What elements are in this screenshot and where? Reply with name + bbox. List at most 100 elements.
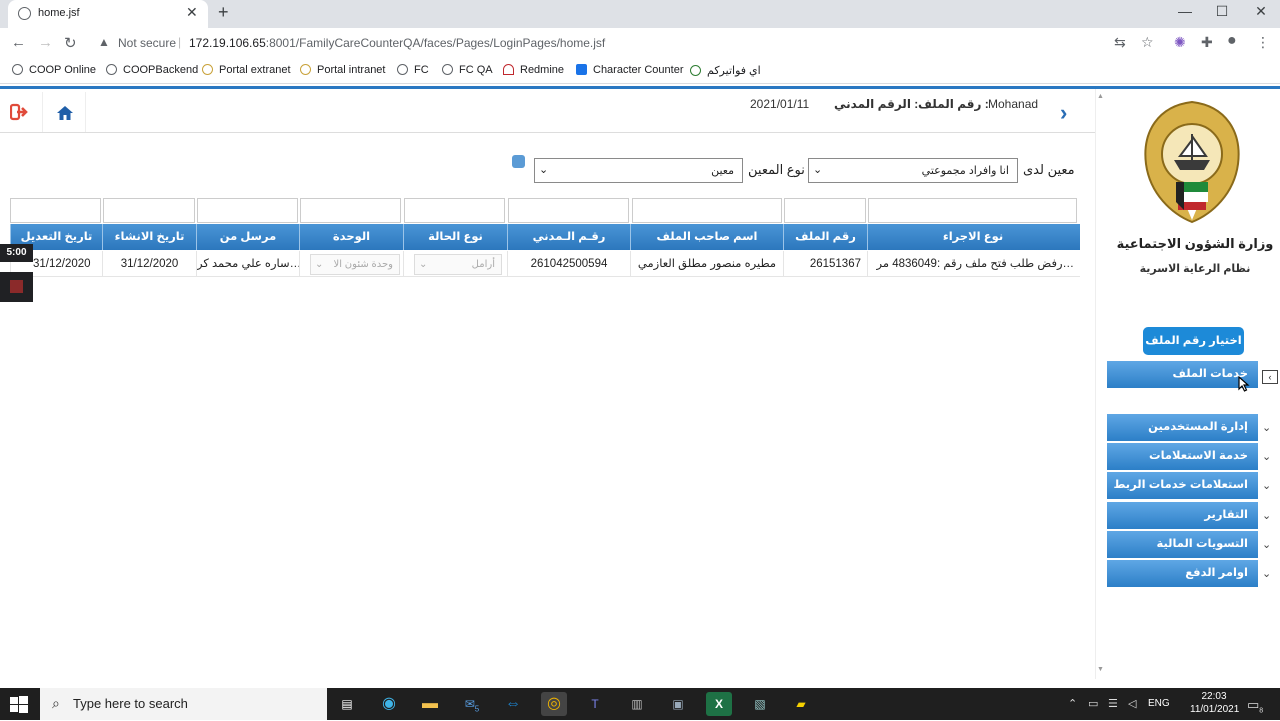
col-header-created[interactable]: تاريخ الانشاء [102,224,196,250]
windows-start-icon[interactable] [8,694,30,719]
col-header-owner[interactable]: اسم صاحب الملف [630,224,783,250]
col-header-unit[interactable]: الوحدة [299,224,403,250]
chevron-down-icon[interactable]: ⌄ [1262,509,1271,522]
remote-desktop-icon[interactable]: ▣ [665,692,691,716]
window-close-icon[interactable]: ✕ [1246,3,1276,20]
show-hidden-icons[interactable]: ⌃ [1068,697,1077,710]
col-header-sent-from[interactable]: مرسل من [196,224,299,250]
logout-icon[interactable] [9,103,30,121]
recorder-timer: 5:00 [0,244,33,262]
maximize-icon[interactable]: ☐ [1207,3,1237,20]
input-language[interactable]: ENG [1148,698,1170,709]
chevron-down-icon[interactable]: ⌄ [1262,479,1271,492]
recorder-stop-button[interactable] [0,272,33,302]
col-header-file-no[interactable]: رقم الملف [783,224,867,250]
notifications-icon[interactable]: ▭8 [1247,697,1263,715]
next-arrow-icon[interactable]: › [1060,100,1067,126]
network-icon[interactable]: ☰ [1108,697,1118,710]
menu-financial-settlements[interactable]: التسويات المالية [1107,531,1258,558]
menu-inquiry-service[interactable]: خدمة الاستعلامات [1107,443,1258,470]
page-header [0,89,1095,133]
sticky-notes-icon[interactable]: ▰ [788,692,814,716]
excel-icon[interactable]: X [706,692,732,716]
extension-gear-icon[interactable]: ✺ [1174,34,1186,51]
col-header-case-type[interactable]: نوع الحالة [403,224,507,250]
extensions-icon[interactable]: ✚ [1201,34,1213,51]
bookmark-coop-online[interactable]: COOP Online [12,64,96,76]
col-header-action[interactable]: نوع الاجراء [867,224,1078,250]
col-header-civil-id[interactable]: رقـم الـمدني [507,224,630,250]
case-type-select[interactable]: ⌄ أرامل [414,254,502,275]
bookmark-portal-extranet[interactable]: Portal extranet [202,64,291,76]
mail-icon[interactable]: ✉5 [459,692,485,716]
filter-input-sent-from[interactable] [197,198,298,223]
database-icon[interactable]: ▥ [624,692,650,716]
chevron-down-icon[interactable]: ⌄ [1262,567,1271,580]
filter-input-file-no[interactable] [784,198,866,223]
bookmark-my-invoices[interactable]: اي فواتيركم [690,64,761,77]
filter-input-civil-id[interactable] [508,198,629,223]
star-icon[interactable]: ☆ [1141,34,1154,51]
vertical-scrollbar[interactable]: ▲ ▼ [1095,89,1105,679]
filter-input-case-type[interactable] [404,198,505,223]
collapse-sidebar-icon[interactable]: ‹ [1262,370,1278,384]
chevron-down-icon[interactable]: ⌄ [1262,450,1271,463]
minimize-icon[interactable]: — [1170,3,1200,19]
file-explorer-icon[interactable]: ▬ [417,692,443,716]
filter-input-unit[interactable] [300,198,401,223]
globe-icon [397,64,408,75]
reload-icon[interactable]: ↻ [64,34,77,52]
url-path: :8001/FamilyCareCounterQA/faces/Pages/Lo… [265,36,606,50]
choose-file-button[interactable]: اختيار رقم الملف [1143,327,1244,355]
chrome-icon[interactable]: ◎ [541,692,567,716]
menu-icon[interactable]: ⋮ [1256,34,1270,51]
bookmark-fc-qa[interactable]: FC QA [442,64,493,76]
translate-icon[interactable]: ⇆ [1114,34,1126,51]
address-bar[interactable]: ▲ Not secure | 172.19.106.65:8001/Family… [90,32,1100,54]
bookmark-redmine[interactable]: Redmine [503,64,564,76]
edge-icon[interactable]: ◉ [376,692,402,716]
bookmark-fc[interactable]: FC [397,64,429,76]
bookmark-coopbackend[interactable]: COOPBackend [106,64,198,76]
volume-icon[interactable]: ◁ [1128,697,1136,710]
back-icon[interactable]: ← [11,34,26,51]
not-secure-label: Not secure [118,36,177,50]
forward-icon[interactable]: → [38,34,53,51]
close-tab-icon[interactable]: ✕ [186,4,198,21]
support-at-select[interactable]: ⌄ انا وافراد مجموعتي [808,158,1018,183]
chevron-down-icon[interactable]: ⌄ [1262,421,1271,434]
menu-user-management[interactable]: إدارة المستخدمين [1107,414,1258,441]
search-placeholder: Type here to search [73,696,188,711]
scroll-up-icon[interactable]: ▲ [1097,93,1104,100]
unit-value: وحدة شئون الا [333,259,393,270]
battery-icon[interactable]: ▭ [1088,697,1098,710]
task-view-icon[interactable]: ▤ [334,692,360,716]
teamviewer-icon[interactable]: ⇔ [500,692,526,716]
menu-link-services-inquiries[interactable]: استعلامات خدمات الربط [1107,472,1258,499]
filter-input-action[interactable] [868,198,1077,223]
filter-input-owner[interactable] [632,198,782,223]
home-button[interactable] [42,92,86,132]
teams-icon[interactable]: T [582,692,608,716]
taskbar-search[interactable]: ⌕ Type here to search [40,688,327,720]
chevron-down-icon[interactable]: ⌄ [1262,538,1271,551]
filter-input-created[interactable] [103,198,195,223]
cell-file-no: 26151367 [783,251,867,277]
browser-tab[interactable]: home.jsf ✕ [8,0,208,28]
bookmark-portal-intranet[interactable]: Portal intranet [300,64,385,76]
search-icon: ⌕ [52,695,60,711]
system-clock[interactable]: 22:03 11/01/2021 [1190,690,1239,716]
new-tab-button[interactable]: + [218,2,229,23]
menu-file-services[interactable]: خدمات الملف [1107,361,1258,388]
filter-input-modified[interactable] [10,198,101,223]
support-type-select[interactable]: ⌄ معين [534,158,743,183]
scroll-down-icon[interactable]: ▼ [1097,666,1104,673]
notepad-icon[interactable]: ▧ [747,692,773,716]
bookmark-label: اي فواتيركم [707,65,761,77]
menu-payment-orders[interactable]: اوامر الدفع [1107,560,1258,587]
bookmark-character-counter[interactable]: Character Counter [576,64,684,76]
menu-reports[interactable]: التقارير [1107,502,1258,529]
unit-select[interactable]: ⌄ وحدة شئون الا [310,254,400,275]
refresh-icon[interactable] [512,155,525,168]
profile-icon[interactable]: ● [1227,32,1237,50]
